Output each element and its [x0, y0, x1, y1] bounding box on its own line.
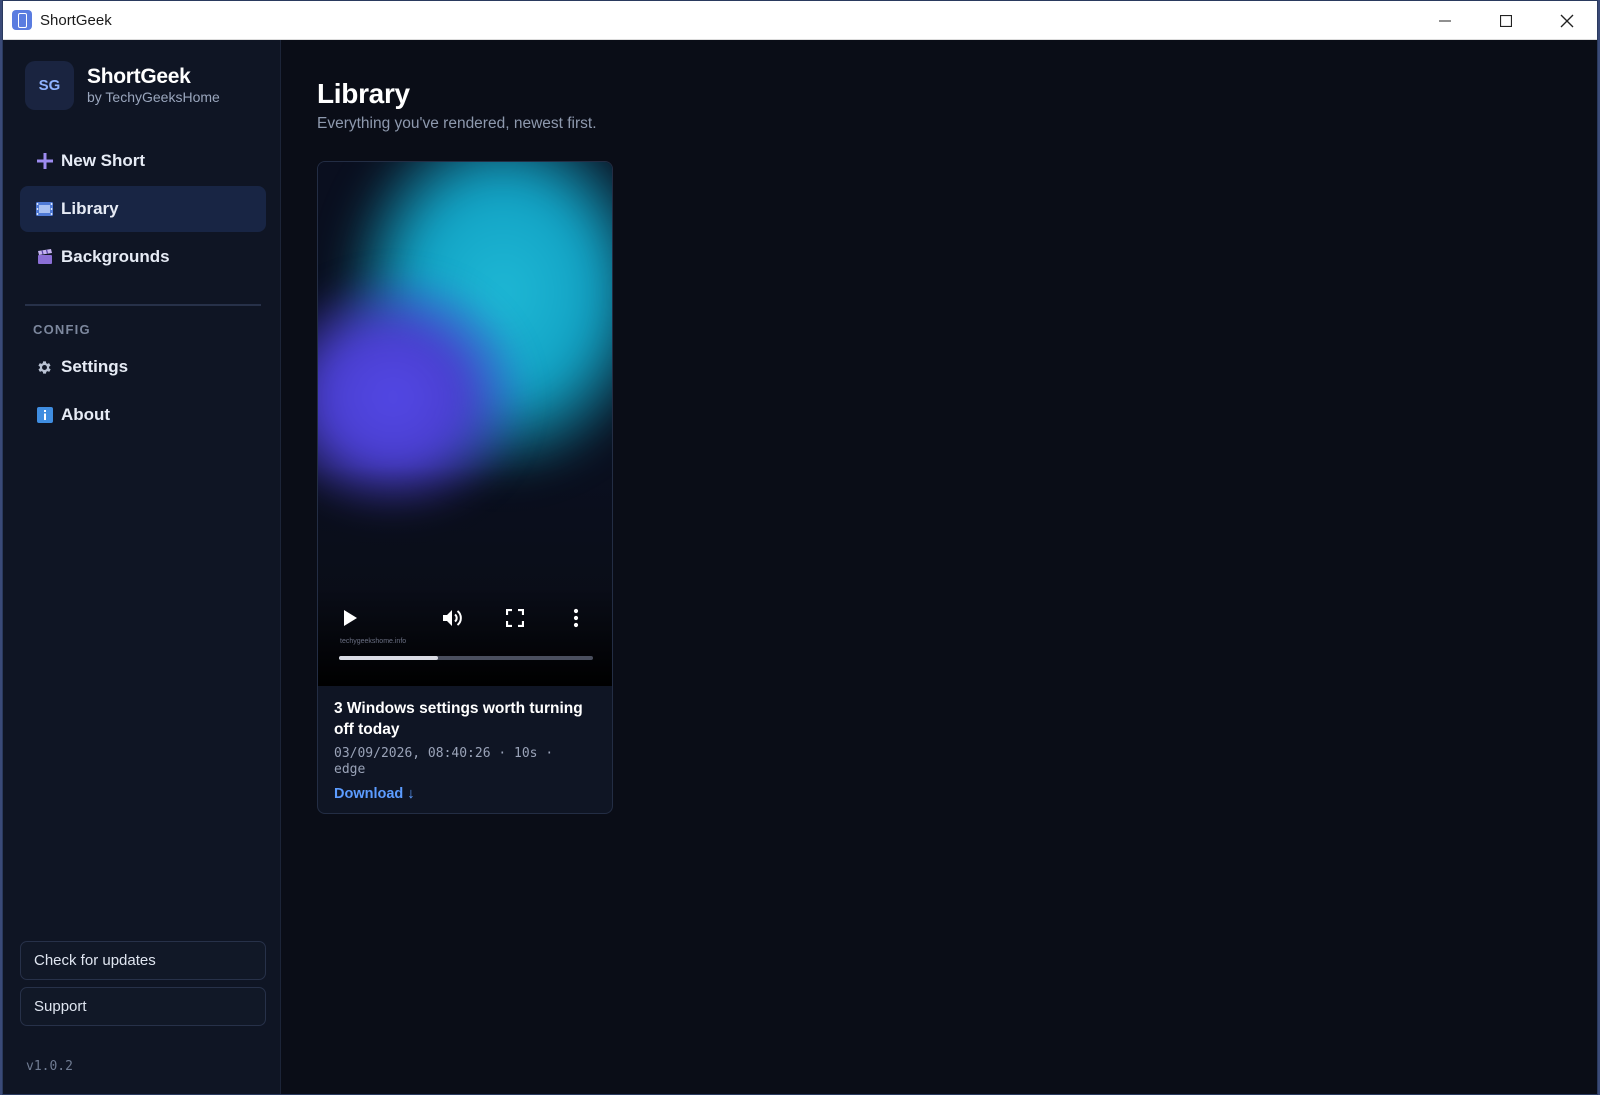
maximize-button[interactable] — [1475, 1, 1536, 40]
video-watermark: techygeekshome.info — [340, 638, 407, 645]
sidebar-divider — [25, 304, 261, 306]
version-label: v1.0.2 — [26, 1059, 73, 1074]
library-card: techygeekshome.info 3 Windows settings w… — [317, 161, 613, 814]
main-content: Library Everything you've rendered, newe… — [282, 40, 1597, 1094]
page-title: Library — [317, 78, 410, 109]
card-meta: 03/09/2026, 08:40:26 · 10s · edge — [334, 746, 554, 777]
minimize-button[interactable] — [1414, 1, 1475, 40]
video-progress-fill — [339, 656, 439, 660]
fullscreen-icon — [506, 609, 524, 627]
card-title: 3 Windows settings worth turning off tod… — [334, 700, 583, 738]
info-icon — [36, 407, 53, 424]
page-subtitle: Everything you've rendered, newest first… — [317, 115, 597, 132]
fullscreen-button[interactable] — [502, 605, 528, 631]
more-options-button[interactable] — [563, 605, 589, 631]
clapper-icon — [36, 249, 53, 266]
brand-logo: SG — [25, 61, 74, 110]
brand-name: ShortGeek — [87, 64, 191, 88]
sidebar-item-label: Library — [61, 199, 119, 218]
section-label-config: CONFIG — [33, 322, 91, 337]
plus-icon — [36, 153, 53, 170]
download-link[interactable]: Download ↓ — [334, 786, 415, 802]
sidebar-item-new-short[interactable]: New Short — [20, 138, 266, 184]
brand: SG ShortGeek by TechyGeeksHome — [25, 61, 220, 110]
sidebar-item-label: Backgrounds — [61, 247, 170, 266]
film-icon — [36, 201, 53, 218]
sidebar-item-label: Settings — [61, 357, 129, 376]
brand-text: ShortGeek by TechyGeeksHome — [87, 64, 220, 106]
play-icon — [344, 610, 357, 626]
close-icon — [1560, 14, 1573, 27]
title-bar: ShortGeek — [3, 1, 1597, 40]
maximize-icon — [1499, 14, 1512, 27]
brand-subtitle: by TechyGeeksHome — [87, 88, 220, 105]
sidebar-item-label: New Short — [61, 151, 146, 170]
window-controls — [1414, 1, 1597, 40]
minimize-icon — [1438, 20, 1451, 21]
gear-icon — [36, 359, 53, 376]
sidebar: SG ShortGeek by TechyGeeksHome New Short — [3, 40, 281, 1094]
sidebar-item-about[interactable]: About — [20, 392, 266, 438]
volume-button[interactable] — [440, 605, 466, 631]
sidebar-item-backgrounds[interactable]: Backgrounds — [20, 234, 266, 280]
window-title: ShortGeek — [40, 11, 112, 29]
support-button[interactable]: Support — [20, 987, 266, 1026]
sidebar-item-library[interactable]: Library — [20, 186, 266, 232]
volume-icon — [443, 610, 462, 626]
video-progress-bar[interactable] — [339, 656, 593, 660]
app-icon — [12, 10, 32, 30]
video-player[interactable]: techygeekshome.info — [318, 162, 612, 686]
app-window: ShortGeek SG ShortGeek by TechyGeeksHome — [2, 0, 1598, 1095]
sidebar-item-label: About — [61, 405, 111, 424]
check-updates-button[interactable]: Check for updates — [20, 941, 266, 980]
sidebar-item-settings[interactable]: Settings — [20, 344, 266, 390]
more-options-icon — [573, 608, 579, 628]
video-controls-shade — [318, 466, 612, 686]
play-button[interactable] — [337, 605, 363, 631]
close-button[interactable] — [1536, 1, 1597, 40]
